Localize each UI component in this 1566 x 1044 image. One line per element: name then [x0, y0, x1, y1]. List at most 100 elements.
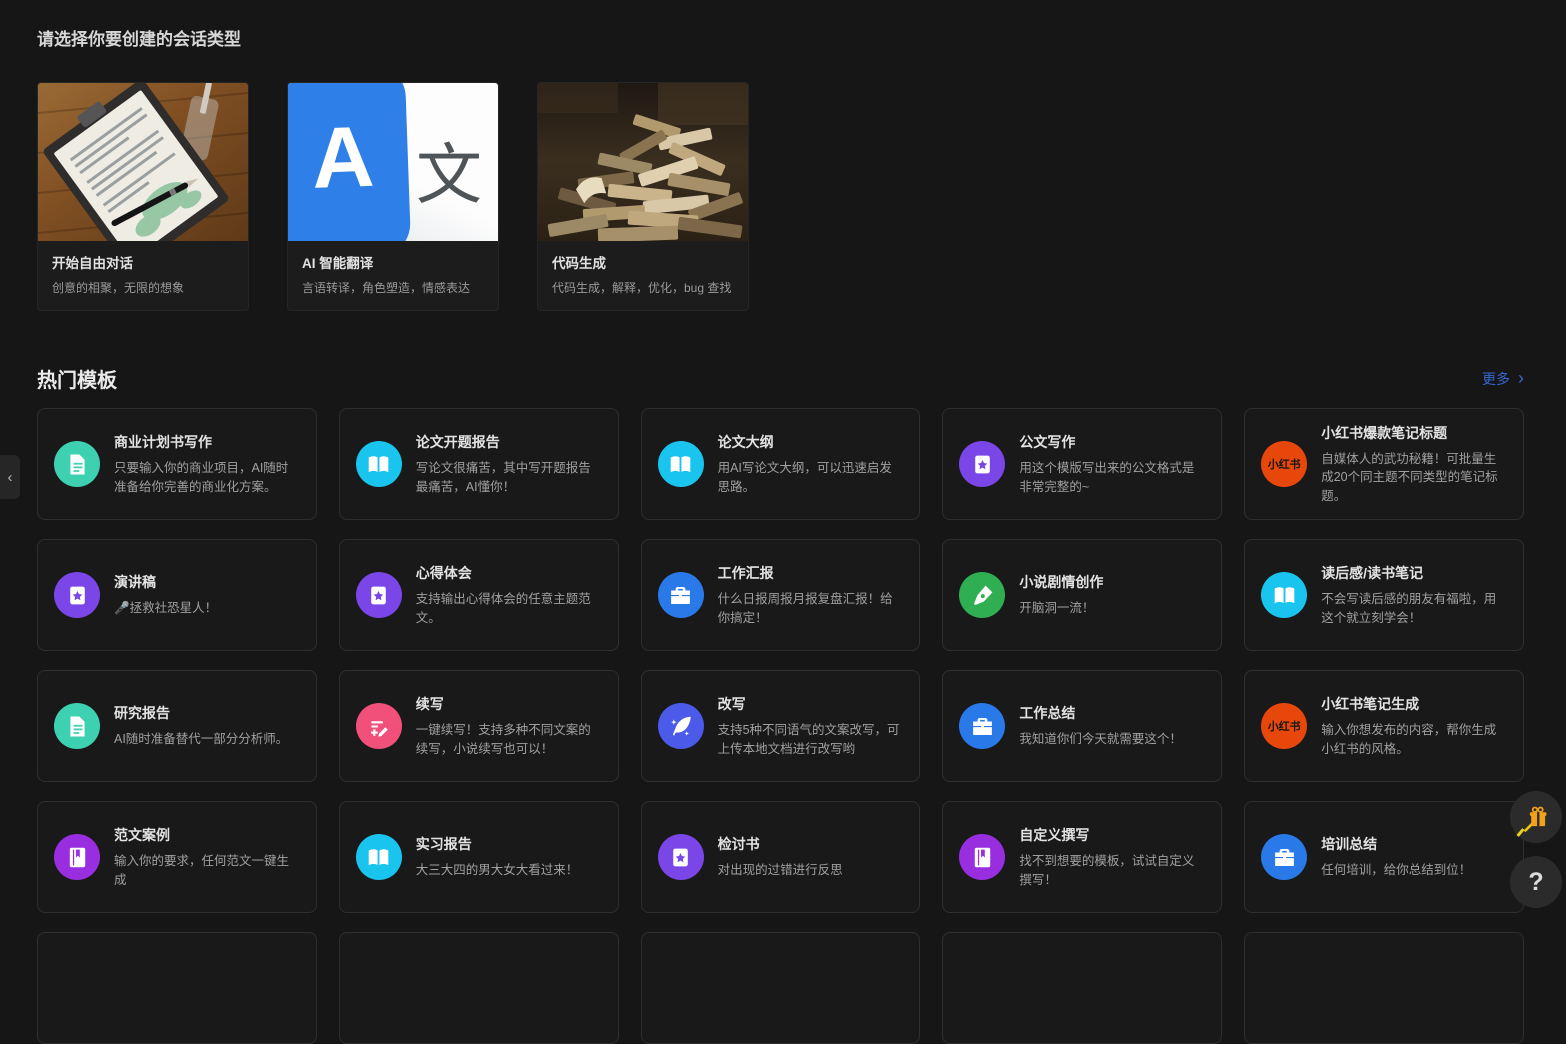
- briefcase-icon: [1261, 834, 1308, 880]
- template-card-continue-writing[interactable]: 续写一键续写！支持多种不同文案的续写，小说续写也可以！: [338, 670, 619, 782]
- session-card-desc: 代码生成，解释，优化，bug 查找: [552, 281, 732, 295]
- template-desc: 用这个模版写出来的公文格式是非常完整的~: [1019, 461, 1195, 494]
- template-desc: 用AI写论文大纲，可以迅速启发思路。: [717, 461, 892, 494]
- template-title: 范文案例: [114, 827, 170, 844]
- help-question-mark: ?: [1528, 867, 1544, 896]
- session-card-translate[interactable]: A 文 AI 智能翻译 言语转译，角色塑造，情感表达: [287, 82, 499, 311]
- translate-image: A 文: [288, 83, 498, 241]
- template-title: 续写: [415, 696, 444, 713]
- letter-a-glyph: A: [310, 108, 376, 207]
- template-title: 演讲稿: [114, 574, 156, 591]
- template-card-reflections[interactable]: 心得体会支持输出心得体会的任意主题范文。: [338, 539, 619, 651]
- open-book-icon: [355, 441, 402, 487]
- template-title: 小红书爆款笔记标题: [1321, 425, 1448, 442]
- template-desc: 支持输出心得体会的任意主题范文。: [415, 592, 591, 625]
- template-desc: 大三大四的男大女大看过来！: [415, 863, 579, 878]
- notebook-icon: [54, 834, 100, 880]
- notebook-icon: [959, 834, 1006, 880]
- chevron-left-icon: ‹: [7, 468, 13, 486]
- page-title: 请选择你要创建的会话类型: [37, 30, 241, 49]
- template-desc: 一键续写！支持多种不同文案的续写，小说续写也可以！: [415, 723, 591, 756]
- star-card-icon: [657, 834, 704, 880]
- template-card-sample-essay[interactable]: 范文案例 输入你的要求，任何范文一键生成: [37, 801, 317, 913]
- session-card-title: AI 智能翻译: [302, 256, 374, 271]
- session-card-codegen[interactable]: 代码生成 代码生成，解释，优化，bug 查找: [537, 82, 749, 311]
- xiaohongshu-icon: 小红书: [1261, 703, 1308, 749]
- template-desc: 写论文很痛苦，其中写开题报告最痛苦，AI懂你！: [415, 461, 591, 494]
- template-desc: 任何培训，给你总结到位！: [1321, 863, 1472, 878]
- template-title: 小说剧情创作: [1019, 574, 1104, 591]
- template-card-business-plan[interactable]: 商业计划书写作 只要输入你的商业项目，AI随时准备给你完善的商业化方案。: [37, 408, 317, 520]
- template-card-thesis-proposal[interactable]: 论文开题报告写论文很痛苦，其中写开题报告最痛苦，AI懂你！: [338, 408, 619, 520]
- template-card[interactable]: [640, 932, 921, 1044]
- template-card-xhs-note[interactable]: 小红书 小红书笔记生成输入你想发布的内容，帮你生成小红书的风格。: [1244, 670, 1524, 782]
- template-title: 工作汇报: [717, 565, 774, 582]
- template-card-novel-plot[interactable]: 小说剧情创作 开脑洞一流！: [942, 539, 1223, 651]
- template-title: 培训总结: [1321, 836, 1378, 853]
- template-card[interactable]: [942, 932, 1223, 1044]
- template-card-official-doc[interactable]: 公文写作用这个模版写出来的公文格式是非常完整的~: [942, 408, 1223, 520]
- edit-lines-icon: [355, 703, 402, 749]
- free-chat-image: [38, 83, 248, 241]
- template-card-research-report[interactable]: 研究报告 AI随时准备替代一部分分析师。: [37, 670, 317, 782]
- template-card-book-review[interactable]: 读后感/读书笔记不会写读后感的朋友有福啦，用这个就立刻学会！: [1244, 539, 1524, 651]
- session-card-title: 开始自由对话: [52, 256, 133, 271]
- template-title: 论文大纲: [717, 434, 774, 451]
- help-button[interactable]: ?: [1510, 856, 1562, 908]
- open-book-icon: [657, 441, 704, 487]
- star-card-icon: [355, 572, 402, 618]
- open-book-icon: [355, 834, 402, 880]
- template-desc: 支持5种不同语气的文案改写，可上传本地文档进行改写哟: [717, 723, 900, 756]
- template-desc: 开脑洞一流！: [1019, 601, 1095, 616]
- template-title: 读后感/读书笔记: [1321, 565, 1424, 582]
- session-card-title: 代码生成: [552, 256, 606, 271]
- template-card-custom-writing[interactable]: 自定义撰写 找不到想要的模板，试试自定义撰写！: [942, 801, 1223, 913]
- template-card[interactable]: [1244, 932, 1524, 1044]
- template-title: 实习报告: [415, 836, 472, 853]
- template-card-speech[interactable]: 演讲稿 🎤拯救社恐星人！: [37, 539, 317, 651]
- template-card-work-summary[interactable]: 工作总结我知道你们今天就需要这个！: [942, 670, 1223, 782]
- template-title: 工作总结: [1019, 705, 1076, 722]
- chevron-right-icon: ›: [1518, 367, 1524, 388]
- translate-blue-tile: A: [288, 83, 412, 241]
- template-title: 小红书笔记生成: [1321, 696, 1420, 713]
- template-card-self-criticism[interactable]: 检讨书对出现的过错进行反思: [640, 801, 921, 913]
- session-card-free-chat[interactable]: 开始自由对话 创意的相聚，无限的想象: [37, 82, 249, 311]
- template-title: 心得体会: [415, 565, 472, 582]
- gift-icon: [1523, 806, 1547, 832]
- template-title: 检讨书: [717, 836, 760, 853]
- feather-icon: [657, 703, 704, 749]
- document-icon: [54, 703, 100, 749]
- template-title: 论文开题报告: [415, 434, 500, 451]
- session-type-row: 开始自由对话 创意的相聚，无限的想象 A 文 AI 智能翻译 言语转译，角色塑造…: [37, 82, 1524, 311]
- briefcase-icon: [657, 572, 704, 618]
- sidebar-collapse-button[interactable]: ‹: [0, 455, 20, 499]
- template-desc: 只要输入你的商业项目，AI随时准备给你完善的商业化方案。: [114, 461, 289, 494]
- template-card-training-summary[interactable]: 培训总结任何培训，给你总结到位！: [1244, 801, 1524, 913]
- template-card-work-report[interactable]: 工作汇报 什么日报周报月报复盘汇报！给你搞定！: [640, 539, 921, 651]
- template-card-thesis-outline[interactable]: 论文大纲用AI写论文大纲，可以迅速启发思路。: [640, 408, 921, 520]
- wen-character-glyph: 文: [416, 137, 482, 212]
- template-card-rewrite[interactable]: 改写 支持5种不同语气的文案改写，可上传本地文档进行改写哟: [640, 670, 921, 782]
- templates-section-title: 热门模板: [37, 370, 117, 392]
- template-desc: AI随时准备替代一部分分析师。: [114, 732, 289, 747]
- template-card[interactable]: [37, 932, 317, 1044]
- template-card[interactable]: [338, 932, 619, 1044]
- star-card-icon: [959, 441, 1006, 487]
- more-link[interactable]: 更多 ›: [1482, 369, 1524, 389]
- more-label: 更多: [1482, 370, 1510, 387]
- template-title: 公文写作: [1019, 434, 1076, 451]
- document-icon: [54, 441, 100, 487]
- briefcase-icon: [959, 703, 1006, 749]
- template-desc: 自媒体人的武功秘籍！可批量生成20个同主题不同类型的笔记标题。: [1321, 452, 1498, 503]
- template-card-xhs-title[interactable]: 小红书 小红书爆款笔记标题 自媒体人的武功秘籍！可批量生成20个同主题不同类型的笔…: [1244, 408, 1524, 520]
- template-desc: 找不到想要的模板，试试自定义撰写！: [1019, 854, 1195, 887]
- template-desc: 我知道你们今天就需要这个！: [1019, 732, 1182, 747]
- template-desc: 对出现的过错进行反思: [717, 863, 843, 878]
- template-desc: 不会写读后感的朋友有福啦，用这个就立刻学会！: [1321, 592, 1497, 625]
- template-desc: 🎤拯救社恐星人！: [114, 601, 218, 616]
- template-card-internship-report[interactable]: 实习报告大三大四的男大女大看过来！: [338, 801, 619, 913]
- session-card-desc: 言语转译，角色塑造，情感表达: [302, 281, 471, 295]
- template-desc: 输入你想发布的内容，帮你生成小红书的风格。: [1321, 723, 1497, 756]
- session-card-desc: 创意的相聚，无限的想象: [52, 281, 185, 295]
